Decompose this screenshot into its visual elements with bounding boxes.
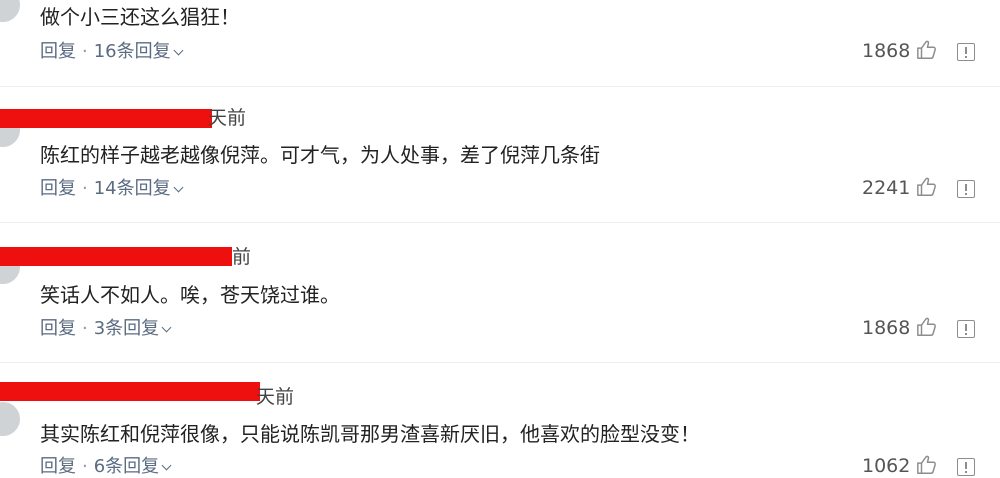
comment-item: 做个小三还这么猖狂！ 回复 · 16条回复 1868 <box>0 0 1000 87</box>
report-icon[interactable] <box>957 458 975 476</box>
report-icon[interactable] <box>957 43 975 61</box>
comment-meta: 回复 · 16条回复 <box>40 40 184 64</box>
comment-time: 天前 <box>256 386 295 408</box>
chevron-down-icon <box>173 45 184 56</box>
replies-toggle[interactable]: 16条回复 <box>93 40 184 64</box>
chevron-down-icon <box>161 460 172 471</box>
replies-count: 3条回复 <box>93 318 160 339</box>
replies-count: 16条回复 <box>93 41 171 62</box>
comment-meta: 回复 · 14条回复 <box>40 177 184 201</box>
replies-toggle[interactable]: 14条回复 <box>93 177 184 201</box>
avatar[interactable] <box>0 402 20 436</box>
comment-text: 笑话人不如人。唉，苍天饶过谁。 <box>40 283 340 307</box>
chevron-down-icon <box>161 322 172 333</box>
comment-text: 做个小三还这么猖狂！ <box>40 5 240 29</box>
replies-toggle[interactable]: 3条回复 <box>93 317 172 341</box>
separator: · <box>82 456 88 477</box>
reply-button[interactable]: 回复 <box>40 40 76 64</box>
username-redacted <box>0 382 260 401</box>
comment-item: 天前 陈红的样子越老越像倪萍。可才气，为人处事，差了倪萍几条街 回复 · 14条回复… <box>0 86 1000 223</box>
comment-text: 其实陈红和倪萍很像，只能说陈凯哥那男渣喜新厌旧，他喜欢的脸型没变！ <box>40 422 700 446</box>
reply-button[interactable]: 回复 <box>40 455 76 478</box>
thumbs-up-icon[interactable] <box>916 39 938 61</box>
username-redacted <box>0 247 232 266</box>
comment-meta: 回复 · 3条回复 <box>40 317 172 341</box>
chevron-down-icon <box>173 182 184 193</box>
thumbs-up-icon[interactable] <box>916 316 938 338</box>
separator: · <box>82 318 88 339</box>
thumbs-up-icon[interactable] <box>916 176 938 198</box>
like-count: 2241 <box>862 177 911 199</box>
like-count: 1868 <box>862 317 911 339</box>
separator: · <box>82 41 88 62</box>
replies-count: 6条回复 <box>93 456 160 477</box>
like-count: 1868 <box>862 40 911 62</box>
reply-button[interactable]: 回复 <box>40 317 76 341</box>
avatar[interactable] <box>0 0 20 22</box>
comment-item: 前 笑话人不如人。唉，苍天饶过谁。 回复 · 3条回复 1868 <box>0 222 1000 363</box>
comment-list: 做个小三还这么猖狂！ 回复 · 16条回复 1868 天前 陈红的样子越老越像倪萍。… <box>0 0 1000 478</box>
replies-toggle[interactable]: 6条回复 <box>93 455 172 478</box>
comment-time: 天前 <box>208 107 247 129</box>
comment-item: 天前 其实陈红和倪萍很像，只能说陈凯哥那男渣喜新厌旧，他喜欢的脸型没变！ 回复 ·… <box>0 362 1000 478</box>
comment-meta: 回复 · 6条回复 <box>40 455 172 478</box>
comment-text: 陈红的样子越老越像倪萍。可才气，为人处事，差了倪萍几条街 <box>40 143 600 167</box>
username-redacted <box>0 109 212 128</box>
reply-button[interactable]: 回复 <box>40 177 76 201</box>
report-icon[interactable] <box>957 180 975 198</box>
like-count: 1062 <box>862 455 911 477</box>
thumbs-up-icon[interactable] <box>916 454 938 476</box>
report-icon[interactable] <box>957 320 975 338</box>
comment-time: 前 <box>232 246 252 268</box>
replies-count: 14条回复 <box>93 178 171 199</box>
separator: · <box>82 178 88 199</box>
